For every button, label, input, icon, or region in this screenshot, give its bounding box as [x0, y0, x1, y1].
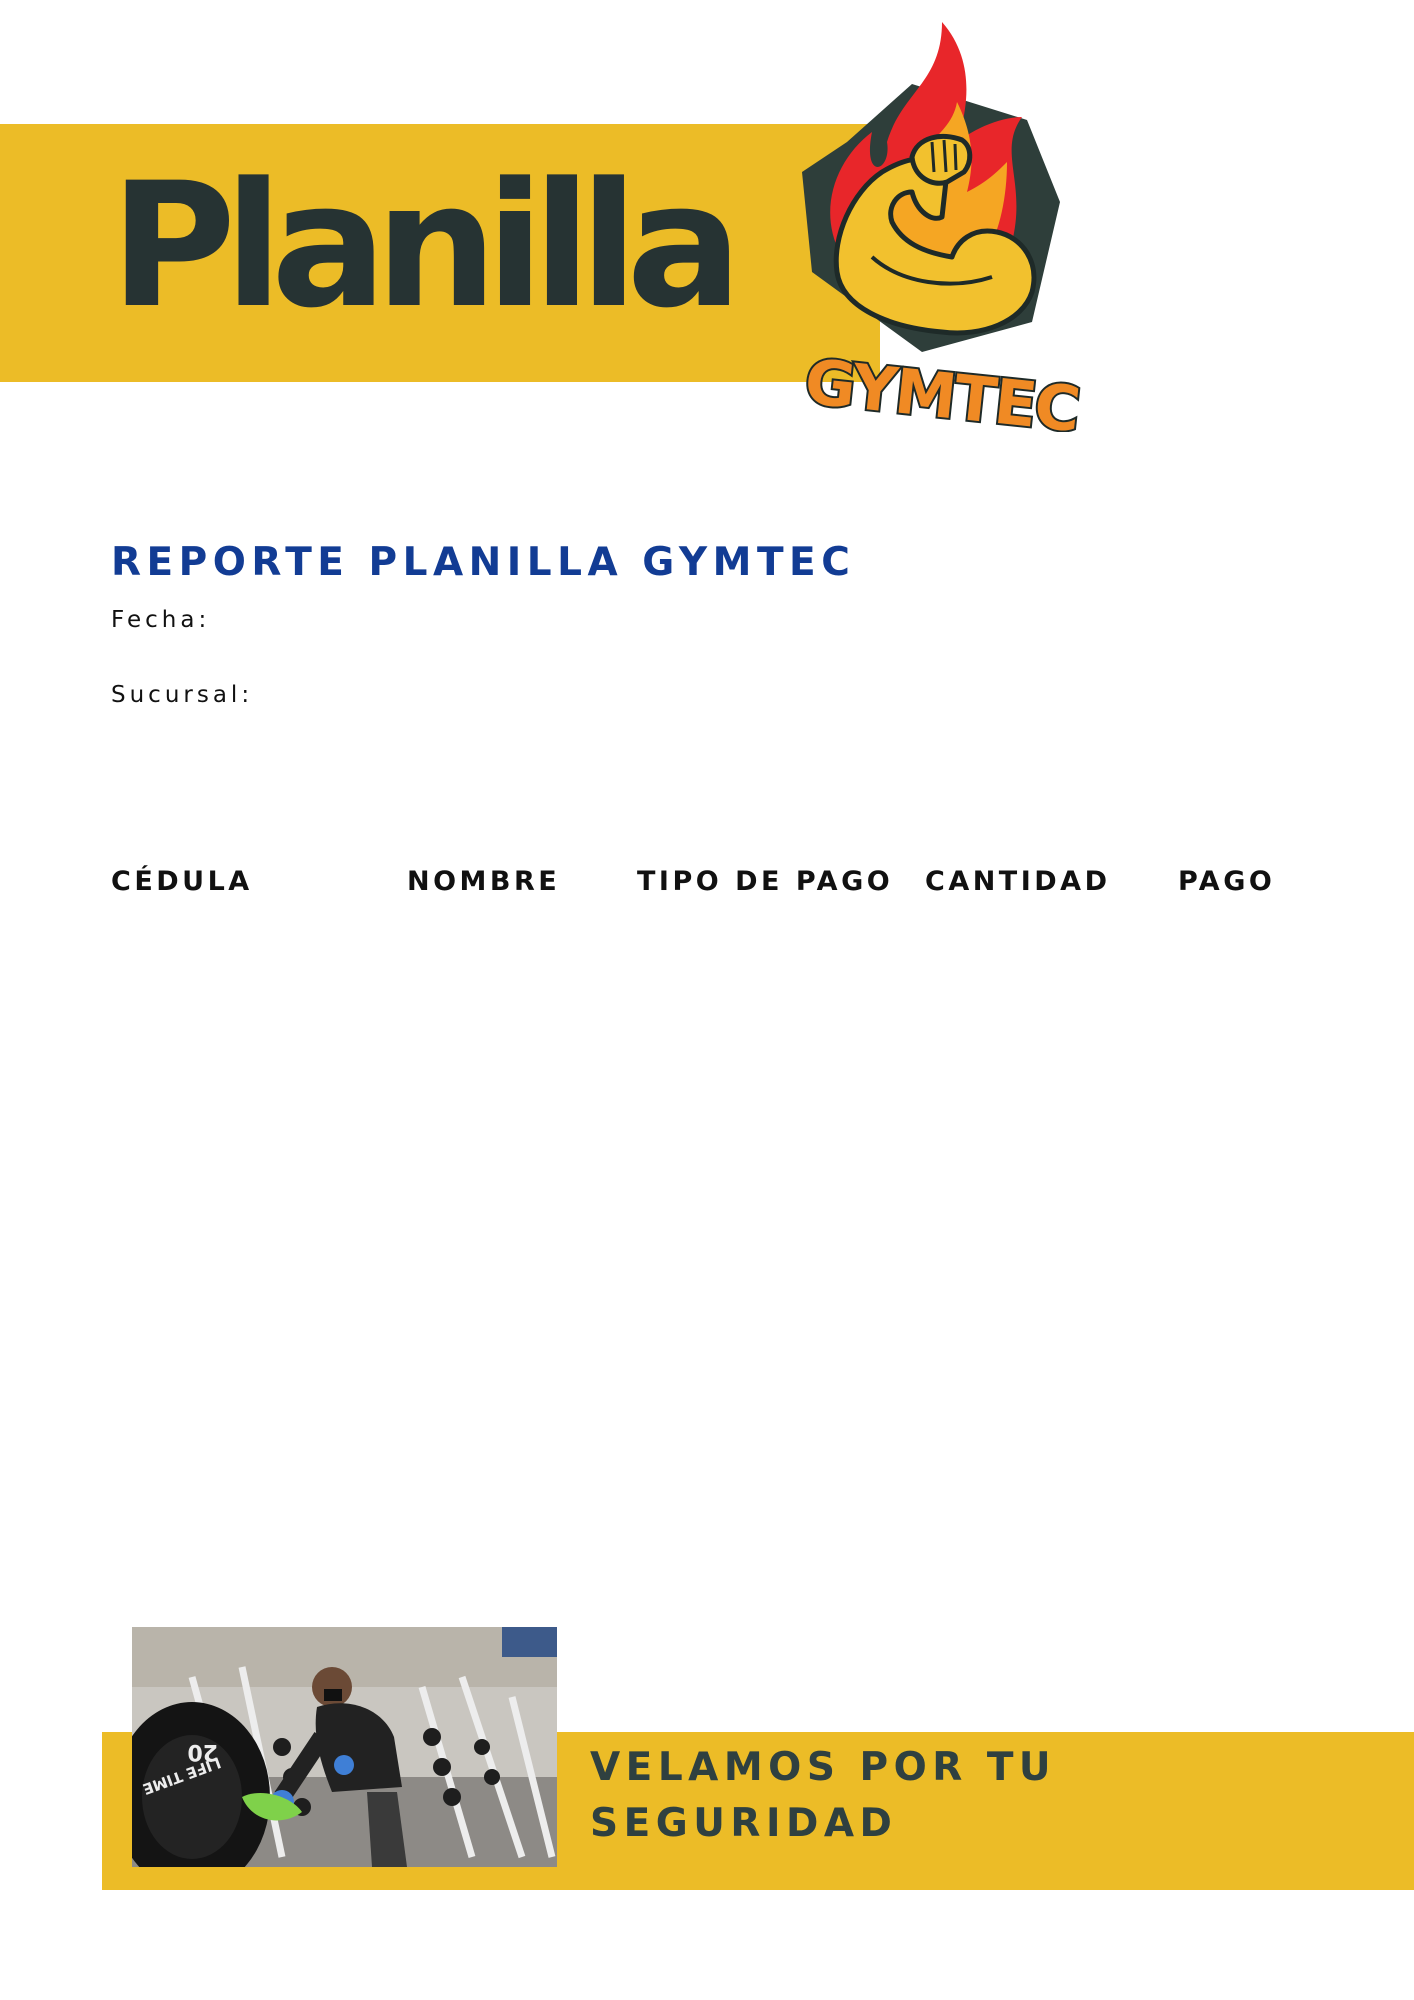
report-title: REPORTE PLANILLA GYMTEC — [111, 540, 856, 585]
column-header-cantidad: CANTIDAD — [925, 866, 1111, 897]
column-header-pago: PAGO — [1178, 866, 1276, 897]
branch-label: Sucursal: — [111, 682, 254, 708]
column-header-nombre: NOMBRE — [407, 866, 561, 897]
gymtec-logo: GYMTEC — [799, 22, 1084, 432]
date-label: Fecha: — [111, 607, 211, 633]
fist-icon — [909, 133, 973, 186]
slogan-line-2: SEGURIDAD — [590, 1801, 898, 1846]
page-title: Planilla — [110, 145, 742, 346]
footer-slogan: VELAMOS POR TU SEGURIDAD — [590, 1740, 1090, 1852]
logo-text: GYMTEC — [801, 345, 1081, 432]
column-header-cedula: CÉDULA — [111, 866, 253, 897]
slogan-line-1: VELAMOS POR TU — [590, 1745, 1057, 1790]
gym-cleaning-photo: 20 LIFE TIME — [132, 1627, 557, 1867]
column-header-tipo-de-pago: TIPO DE PAGO — [637, 866, 894, 897]
